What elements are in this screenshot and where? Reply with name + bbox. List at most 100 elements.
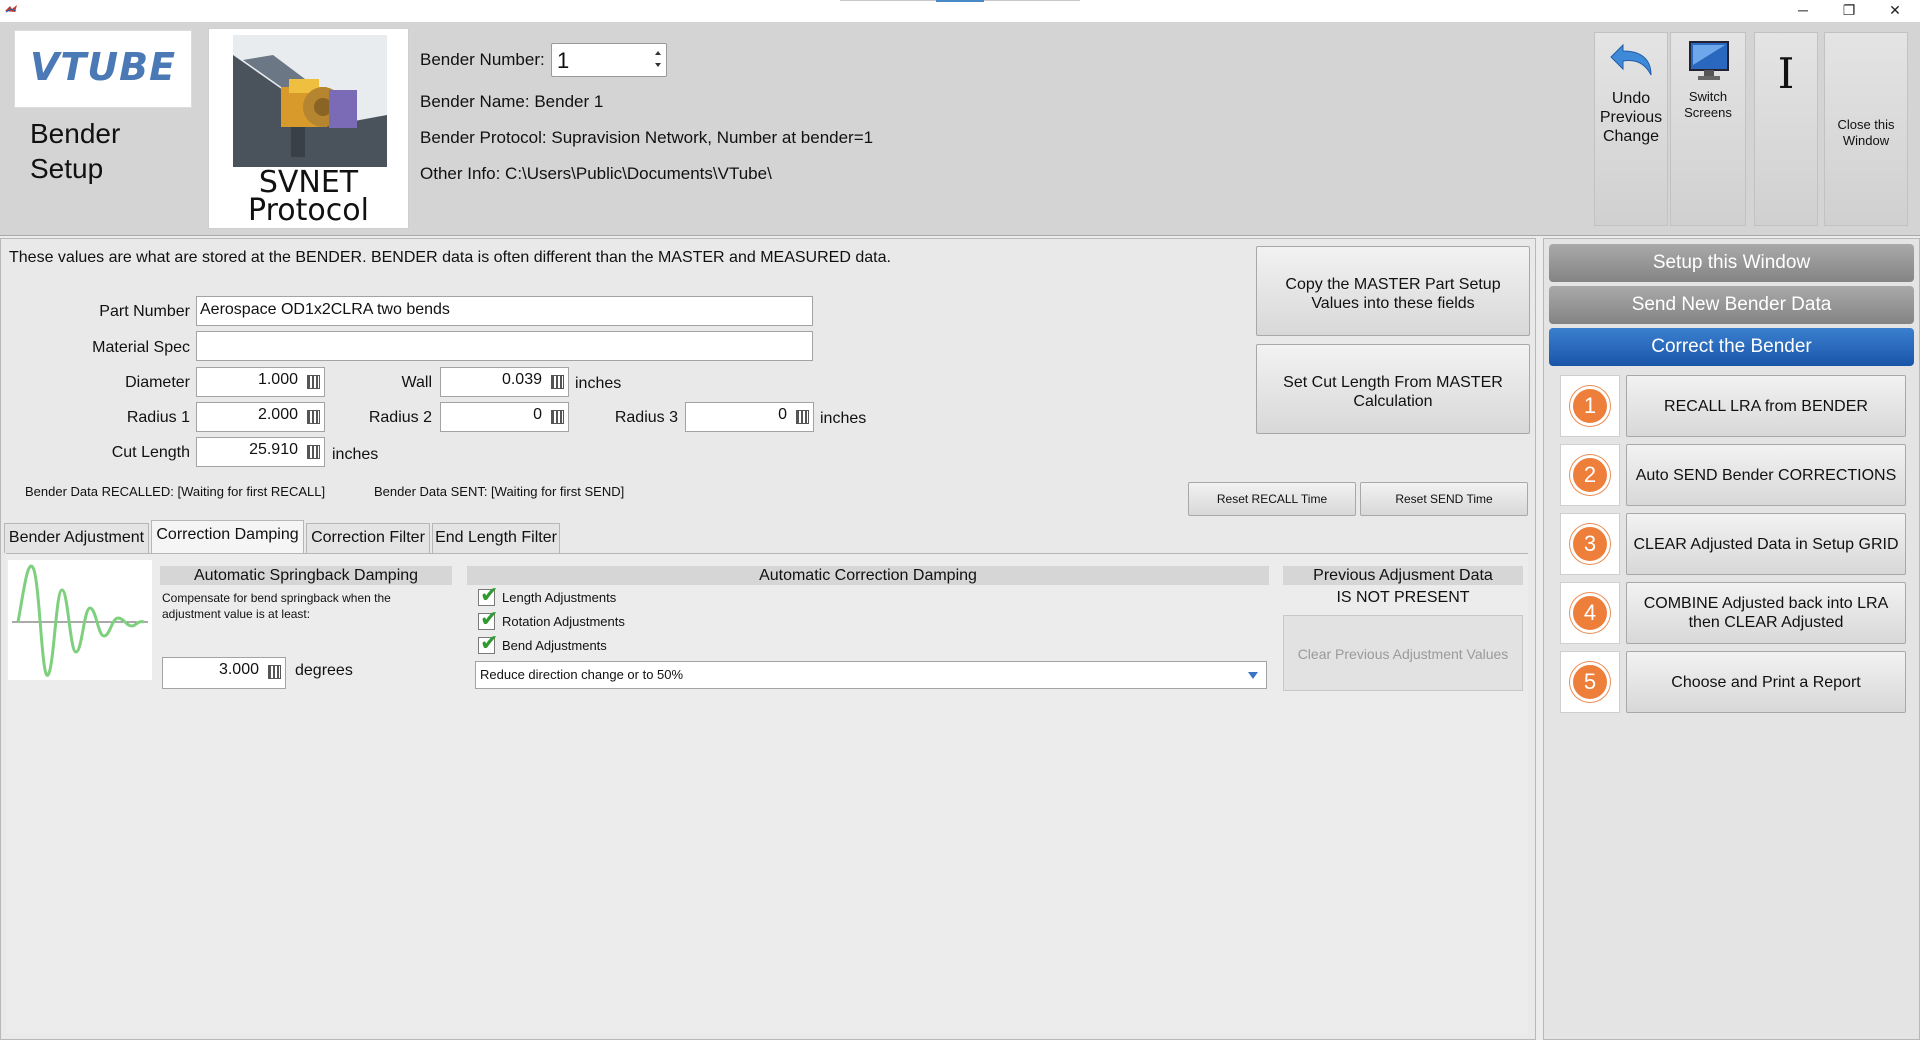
spinner-arrows-icon[interactable] <box>654 47 662 71</box>
protocol-label: SVNET Protocol <box>248 165 369 228</box>
close-this-window-label: Close this Window <box>1837 117 1895 148</box>
cut-length-input[interactable]: 25.910 <box>196 437 325 467</box>
calculator-icon[interactable] <box>268 665 281 679</box>
copy-master-button[interactable]: Copy the MASTER Part Setup Values into t… <box>1256 246 1530 336</box>
cut-length-label: Cut Length <box>111 444 190 461</box>
calculator-icon[interactable] <box>551 375 564 389</box>
chevron-down-icon[interactable] <box>1246 668 1260 682</box>
diameter-input[interactable]: 1.000 <box>196 367 325 397</box>
radius3-value: 0 <box>778 406 787 423</box>
app-icon <box>5 5 17 13</box>
bender-machine-image <box>233 35 387 167</box>
radius2-input[interactable]: 0 <box>440 402 569 432</box>
cut-length-value: 25.910 <box>249 441 298 458</box>
print-report-button[interactable]: Choose and Print a Report <box>1626 651 1906 713</box>
step-1-icon: 1 <box>1570 386 1610 426</box>
text-cursor-button[interactable]: I <box>1754 32 1818 226</box>
calculator-icon[interactable] <box>307 375 320 389</box>
calculator-icon[interactable] <box>551 410 564 424</box>
checkmark-icon: ✔ <box>480 582 499 607</box>
restore-button[interactable]: ❐ <box>1826 0 1872 22</box>
recalled-status: Bender Data RECALLED: [Waiting for first… <box>25 484 326 499</box>
title-bar-accent <box>936 0 984 2</box>
wall-value: 0.039 <box>501 371 542 388</box>
step-number-4: 4 <box>1560 582 1620 644</box>
damping-wave-icon <box>8 560 152 680</box>
close-window-icon[interactable]: ✕ <box>1872 0 1918 22</box>
tab-end-length-filter[interactable]: End Length Filter <box>432 523 560 553</box>
radius1-label: Radius 1 <box>126 409 190 426</box>
protocol-logo: SVNET Protocol <box>208 28 409 229</box>
monitor-icon <box>1689 41 1729 80</box>
checkmark-icon: ✔ <box>480 630 499 655</box>
radius1-value: 2.000 <box>257 406 298 423</box>
tab-setup-window[interactable]: Setup this Window <box>1549 244 1914 282</box>
switch-screens-button[interactable]: Switch Screens <box>1670 32 1746 226</box>
checkbox-label: Bend Adjustments <box>502 638 607 653</box>
tab-send-new-bender-data[interactable]: Send New Bender Data <box>1549 286 1914 324</box>
close-this-window-button[interactable]: Close this Window <box>1824 32 1908 226</box>
minimize-button[interactable]: ─ <box>1780 0 1826 22</box>
page-title: Bender Setup <box>30 118 121 184</box>
title-bar <box>0 0 1920 22</box>
checkbox-label: Length Adjustments <box>502 590 617 605</box>
wall-unit: inches <box>575 375 622 392</box>
sent-status: Bender Data SENT: [Waiting for first SEN… <box>374 484 625 499</box>
radius3-label: Radius 3 <box>614 409 678 426</box>
wall-input[interactable]: 0.039 <box>440 367 569 397</box>
material-spec-label: Material Spec <box>92 339 190 356</box>
clear-previous-button[interactable]: Clear Previous Adjustment Values <box>1283 615 1523 691</box>
recall-lra-button[interactable]: RECALL LRA from BENDER <box>1626 375 1906 437</box>
material-spec-input[interactable] <box>196 331 813 361</box>
correction-damping-header: Automatic Correction Damping <box>467 566 1269 585</box>
calculator-icon[interactable] <box>307 445 320 459</box>
tab-correction-damping[interactable]: Correction Damping <box>151 520 304 554</box>
text-cursor-icon: I <box>1777 49 1795 98</box>
previous-adjustment-status: IS NOT PRESENT <box>1336 589 1470 606</box>
step-number-2: 2 <box>1560 444 1620 506</box>
diameter-label: Diameter <box>125 374 190 391</box>
info-line: These values are what are stored at the … <box>9 249 891 266</box>
springback-input[interactable]: 3.000 <box>162 657 286 689</box>
step-4-icon: 4 <box>1570 593 1610 633</box>
step-5-icon: 5 <box>1570 662 1610 702</box>
calculator-icon[interactable] <box>307 410 320 424</box>
reset-send-button[interactable]: Reset SEND Time <box>1360 482 1528 516</box>
calculator-icon[interactable] <box>796 410 809 424</box>
tab-correct-the-bender[interactable]: Correct the Bender <box>1549 328 1914 366</box>
reset-recall-button[interactable]: Reset RECALL Time <box>1188 482 1356 516</box>
step-number-5: 5 <box>1560 651 1620 713</box>
set-cut-length-button[interactable]: Set Cut Length From MASTER Calculation <box>1256 344 1530 434</box>
bender-number-stepper[interactable]: 1 <box>551 43 667 77</box>
undo-button[interactable]: Undo Previous Change <box>1594 32 1668 226</box>
cut-length-unit: inches <box>332 446 379 463</box>
radius-unit: inches <box>820 410 867 427</box>
step-3-icon: 3 <box>1570 524 1610 564</box>
damping-mode-select[interactable]: Reduce direction change or to 50% <box>475 661 1267 689</box>
tab-correction-filter[interactable]: Correction Filter <box>306 523 430 553</box>
vtube-logo: VTUBE <box>14 30 192 108</box>
undo-icon <box>1610 43 1652 76</box>
auto-send-corrections-button[interactable]: Auto SEND Bender CORRECTIONS <box>1626 444 1906 506</box>
other-info: Other Info: C:\Users\Public\Documents\VT… <box>420 164 772 183</box>
radius2-label: Radius 2 <box>368 409 432 426</box>
radius1-input[interactable]: 2.000 <box>196 402 325 432</box>
clear-adjusted-data-button[interactable]: CLEAR Adjusted Data in Setup GRID <box>1626 513 1906 575</box>
step-2-icon: 2 <box>1570 455 1610 495</box>
bender-number-value: 1 <box>557 48 570 73</box>
springback-unit: degrees <box>295 662 353 679</box>
springback-header: Automatic Springback Damping <box>160 566 452 585</box>
radius3-input[interactable]: 0 <box>685 402 814 432</box>
damping-mode-value: Reduce direction change or to 50% <box>480 667 684 682</box>
tab-bender-adjustment[interactable]: Bender Adjustment <box>4 523 149 553</box>
switch-screens-label: Switch Screens <box>1684 89 1732 120</box>
diameter-value: 1.000 <box>257 371 298 388</box>
part-number-input[interactable]: Aerospace OD1x2CLRA two bends <box>196 296 813 326</box>
radius2-value: 0 <box>533 406 542 423</box>
bender-protocol: Bender Protocol: Supravision Network, Nu… <box>420 128 874 147</box>
checkbox-label: Rotation Adjustments <box>502 614 625 629</box>
combine-adjusted-button[interactable]: COMBINE Adjusted back into LRA then CLEA… <box>1626 582 1906 644</box>
previous-adjustment-header: Previous Adjusment Data <box>1283 566 1523 585</box>
checkmark-icon: ✔ <box>480 606 499 631</box>
step-number-1: 1 <box>1560 375 1620 437</box>
